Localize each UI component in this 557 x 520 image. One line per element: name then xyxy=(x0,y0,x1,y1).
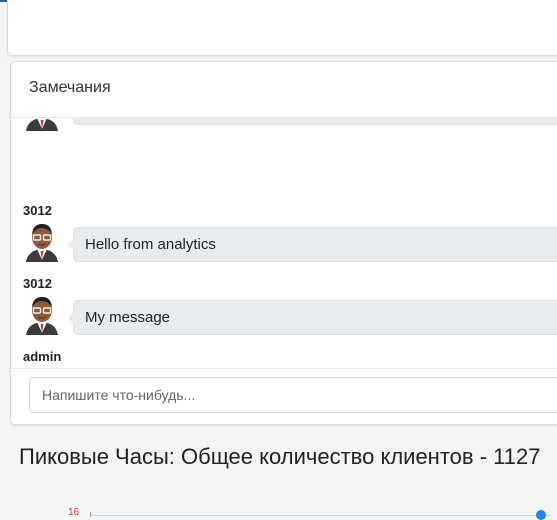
message-author: 3012 xyxy=(23,203,52,218)
message-bubble: Hello from analytics xyxy=(68,227,557,262)
chat-messages[interactable]: 3012 Hello from analytics 3012 My messag… xyxy=(11,118,557,368)
avatar-icon xyxy=(25,222,59,262)
chat-title: Замечания xyxy=(29,79,111,96)
remarks-chat-card: Замечания 3012 Hello from analytics 3012… xyxy=(10,61,557,425)
message-author: admin xyxy=(23,349,62,364)
message-bubble xyxy=(73,118,557,125)
message-author: 3012 xyxy=(23,276,52,291)
message-bubble: My message xyxy=(68,300,557,335)
peak-hours-title: Пиковые Часы: Общее количество клиентов … xyxy=(19,444,541,469)
top-card xyxy=(7,0,557,56)
y-axis-tick-label: 16 xyxy=(68,507,80,518)
message-input[interactable] xyxy=(29,377,557,413)
chat-header: Замечания xyxy=(11,62,557,118)
chat-footer xyxy=(11,368,557,424)
avatar-icon xyxy=(25,295,59,335)
chart-gridline xyxy=(91,515,551,516)
avatar-icon xyxy=(25,118,59,131)
